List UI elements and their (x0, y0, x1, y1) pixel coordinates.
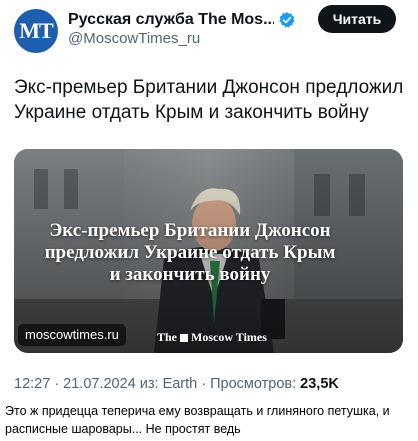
tweet-text: Экс-премьер Британии Джонсон предложил У… (14, 77, 404, 123)
brand-prefix: The (157, 330, 178, 344)
avatar-logo-text: MT (19, 18, 53, 43)
media-brand-logo: The Moscow Times (157, 330, 267, 345)
media-source-label[interactable]: moscowtimes.ru (18, 324, 126, 346)
caption-comment: Это ж придецца теперича ему возвращать и… (5, 403, 415, 438)
tweet-meta: 12:27 · 21.07.2024 из: Earth · Просмотро… (14, 376, 339, 392)
account-avatar[interactable]: MT (14, 9, 58, 53)
brand-name: Moscow Times (191, 330, 267, 344)
display-name[interactable]: Русская служба The Mos... (68, 11, 274, 29)
account-name-row: Русская служба The Mos... (68, 9, 308, 31)
tweet-timestamp[interactable]: 12:27 · 21.07.2024 из: Earth · Просмотро… (14, 376, 296, 392)
views-count: 23,5K (300, 376, 339, 392)
brand-mark-icon (180, 333, 189, 342)
follow-button[interactable]: Читать (318, 5, 396, 33)
media-headline: Экс-премьер Британии Джонсон предложил У… (44, 220, 336, 285)
verified-badge-icon (279, 12, 295, 28)
tweet-card: MT Русская служба The Mos... @MoscowTime… (0, 0, 418, 402)
account-handle[interactable]: @MoscowTimes_ru (68, 30, 200, 47)
